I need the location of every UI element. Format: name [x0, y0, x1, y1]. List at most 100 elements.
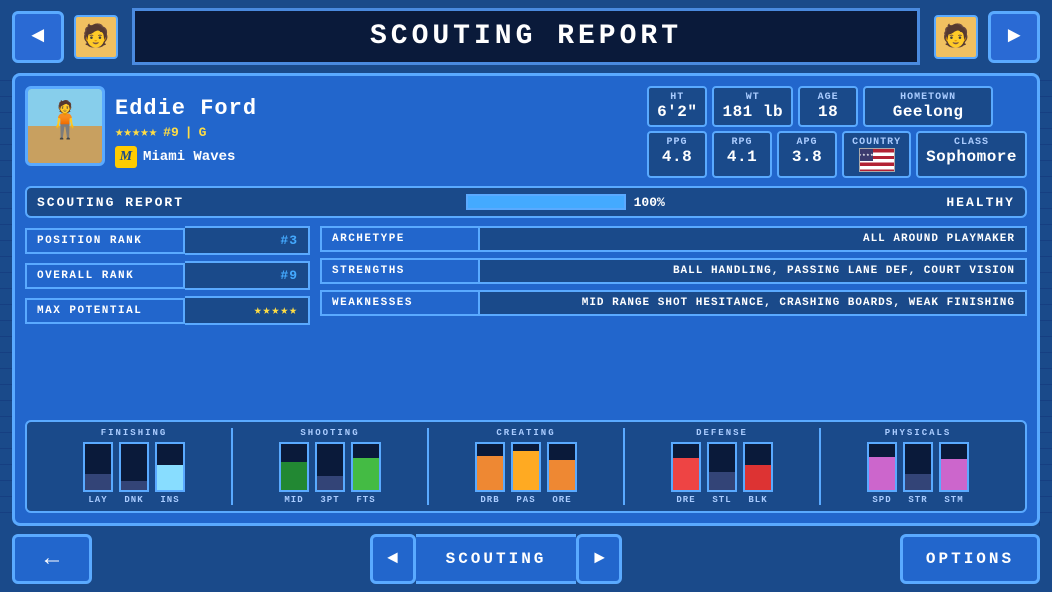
skill-bar-outer-drb	[475, 442, 505, 492]
skill-bar-fill-blk	[745, 465, 771, 490]
player-portrait: 🧍	[25, 86, 105, 166]
right-panel: ARCHETYPE ALL AROUND PLAYMAKER STRENGTHS…	[320, 226, 1027, 412]
skill-bar-outer-ore	[547, 442, 577, 492]
scouting-next-icon: ►	[594, 549, 605, 569]
stat-age: AGE 18	[798, 86, 858, 127]
skill-bar-outer-stm	[939, 442, 969, 492]
class-value: Sophomore	[926, 148, 1017, 166]
scouting-prev-button[interactable]: ◄	[370, 534, 416, 584]
skill-bar-outer-spd	[867, 442, 897, 492]
skill-bar-label-lay: LAY	[88, 495, 107, 505]
country-label: COUNTRY	[852, 137, 901, 148]
stats-row-bottom: PPG 4.8 RPG 4.1 APG 3.8 COUNTRY	[647, 131, 1027, 178]
team-logo: M	[115, 146, 137, 168]
ppg-value: 4.8	[657, 148, 697, 166]
skill-bar-defense-blk: BLK	[743, 442, 773, 505]
scouting-next-button[interactable]: ►	[576, 534, 622, 584]
scouting-label-button[interactable]: SCOUTING	[416, 534, 577, 584]
player-info-row: 🧍 Eddie Ford ★★★★★ #9 | G M Miami Waves	[25, 86, 1027, 178]
scouting-section: SCOUTING REPORT 100% HEALTHY	[25, 186, 1027, 218]
skill-bar-label-3pt: 3PT	[320, 495, 339, 505]
next-player-button[interactable]: ►	[988, 11, 1040, 63]
portrait-sprite: 🧍	[43, 99, 88, 143]
wt-label: WT	[722, 92, 783, 103]
skill-bar-label-fts: FTS	[356, 495, 375, 505]
player-position: G	[199, 125, 207, 140]
skill-bar-fill-str	[905, 474, 931, 490]
flag-canton: ★★★★★★	[860, 149, 874, 161]
skill-bar-label-stm: STM	[944, 495, 963, 505]
rpg-label: RPG	[722, 137, 762, 148]
skill-bar-outer-mid	[279, 442, 309, 492]
skill-bar-outer-stl	[707, 442, 737, 492]
header-right-nav: 🧑 ►	[930, 11, 1040, 63]
skill-bar-label-stl: STL	[712, 495, 731, 505]
skill-bar-fill-spd	[869, 457, 895, 490]
rpg-value: 4.1	[722, 148, 762, 166]
footer: ← ◄ SCOUTING ► OPTIONS	[0, 526, 1052, 592]
player-subinfo: ★★★★★ #9 | G	[115, 124, 637, 141]
player-name: Eddie Ford	[115, 96, 637, 121]
skill-bar-shooting-3pt: 3PT	[315, 442, 345, 505]
scouting-center-label: SCOUTING	[446, 550, 547, 568]
player-details: Eddie Ford ★★★★★ #9 | G M Miami Waves	[115, 86, 637, 178]
skill-bar-label-pas: PAS	[516, 495, 535, 505]
skill-bar-shooting-mid: MID	[279, 442, 309, 505]
header-title-box: SCOUTING REPORT	[132, 8, 920, 65]
position-rank-row: POSITION RANK #3	[25, 226, 310, 255]
apg-label: APG	[787, 137, 827, 148]
back-arrow-icon: ←	[45, 546, 59, 573]
max-potential-row: MAX POTENTIAL ★★★★★	[25, 296, 310, 325]
age-value: 18	[808, 103, 848, 121]
hometown-value: Geelong	[873, 103, 983, 121]
stat-class: CLASS Sophomore	[916, 131, 1027, 178]
position-rank-value: #3	[185, 226, 310, 255]
skill-bar-fill-dre	[673, 458, 699, 490]
team-name: Miami Waves	[143, 149, 235, 165]
skill-bar-fill-ore	[549, 460, 575, 490]
skill-bar-shooting-fts: FTS	[351, 442, 381, 505]
skill-bar-label-drb: DRB	[480, 495, 499, 505]
player-stars: ★★★★★	[115, 124, 157, 141]
skill-bar-fill-mid	[281, 462, 307, 490]
skill-bar-creating-drb: DRB	[475, 442, 505, 505]
overall-rank-value: #9	[185, 261, 310, 290]
back-button[interactable]: ←	[12, 534, 92, 584]
max-potential-stars: ★★★★★	[254, 303, 298, 318]
prev-player-button[interactable]: ◄	[12, 11, 64, 63]
progress-area: 100%	[466, 194, 665, 210]
skills-categories: FINISHINGLAYDNKINSSHOOTINGMID3PTFTSCREAT…	[37, 428, 1015, 505]
skill-cat-label-physicals: PHYSICALS	[885, 428, 952, 438]
skill-bar-label-ore: ORE	[552, 495, 571, 505]
skill-cat-label-shooting: SHOOTING	[300, 428, 359, 438]
skill-bar-fill-dnk	[121, 481, 147, 490]
skill-bars-row-defense: DRESTLBLK	[671, 442, 773, 505]
skill-bar-outer-str	[903, 442, 933, 492]
skill-bar-physicals-str: STR	[903, 442, 933, 505]
ht-value: 6'2"	[657, 103, 697, 121]
skill-bar-physicals-spd: SPD	[867, 442, 897, 505]
content-area: 🧍 Eddie Ford ★★★★★ #9 | G M Miami Waves	[12, 73, 1040, 526]
overall-rank-row: OVERALL RANK #9	[25, 261, 310, 290]
main-container: ◄ 🧑 SCOUTING REPORT 🧑 ► 🧍 Eddie Ford	[0, 0, 1052, 592]
skill-bar-outer-dnk	[119, 442, 149, 492]
class-label: CLASS	[926, 137, 1017, 148]
skill-bar-outer-dre	[671, 442, 701, 492]
skill-bar-fill-stm	[941, 459, 967, 490]
skill-bar-fill-stl	[709, 472, 735, 490]
max-potential-value: ★★★★★	[185, 296, 310, 325]
stat-hometown: HOMETOWN Geelong	[863, 86, 993, 127]
ppg-label: PPG	[657, 137, 697, 148]
options-button[interactable]: OPTIONS	[900, 534, 1040, 584]
skill-bar-outer-pas	[511, 442, 541, 492]
flag-stars: ★★★★★★	[859, 152, 879, 158]
max-potential-label: MAX POTENTIAL	[25, 298, 185, 324]
skill-cat-defense: DEFENSEDRESTLBLK	[625, 428, 821, 505]
scouting-prev-icon: ◄	[387, 549, 398, 569]
stat-wt: WT 181 lb	[712, 86, 793, 127]
stat-country: COUNTRY ★★★★★★	[842, 131, 911, 178]
apg-value: 3.8	[787, 148, 827, 166]
stat-ht: HT 6'2"	[647, 86, 707, 127]
health-status: HEALTHY	[946, 195, 1015, 210]
main-content-split: POSITION RANK #3 OVERALL RANK #9 MAX POT…	[25, 226, 1027, 412]
